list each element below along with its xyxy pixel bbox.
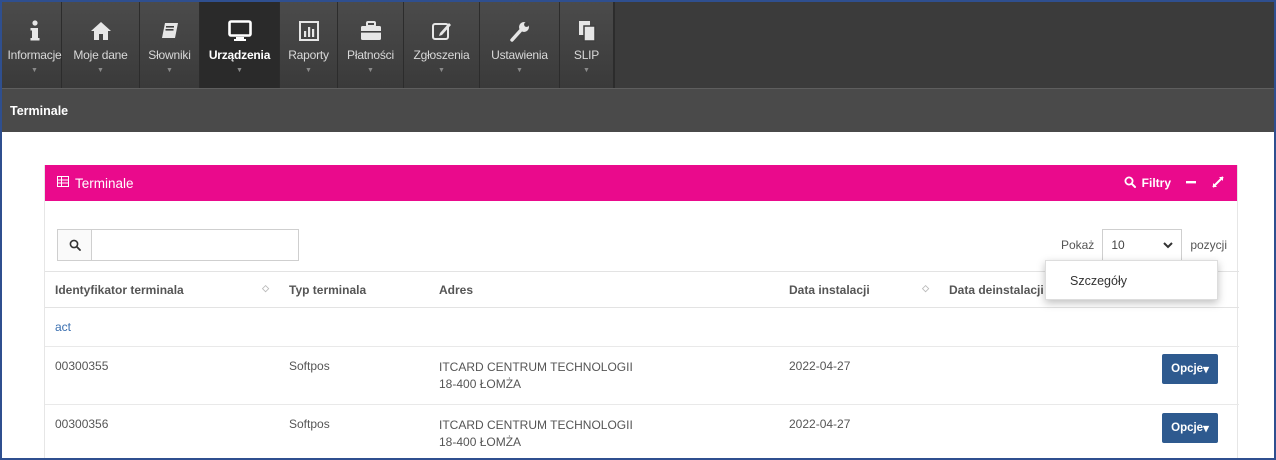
cell-address: ITCARD CENTRUM TECHNOLOGII 18-400 ŁOMŻA: [429, 404, 779, 458]
menu-item-details[interactable]: Szczegóły: [1070, 274, 1127, 288]
cell-address: ITCARD CENTRUM TECHNOLOGII 18-400 ŁOMŻA: [429, 346, 779, 405]
nav-filler: [614, 2, 1274, 88]
filters-button[interactable]: Filtry: [1124, 176, 1171, 191]
chevron-down-icon: ▼: [31, 67, 38, 74]
options-label: Opcje: [1171, 422, 1204, 434]
app-frame: Informacje ▼ Moje dane ▼ Słowniki ▼ Urzą…: [0, 0, 1276, 460]
wrench-icon: [509, 20, 530, 42]
search-icon: [58, 230, 92, 260]
address-line: ITCARD CENTRUM TECHNOLOGII: [439, 360, 633, 374]
address-line: 18-400 ŁOMŻA: [439, 435, 522, 449]
nav-item-slip[interactable]: SLIP ▼: [560, 2, 614, 88]
chevron-down-icon: ▼: [166, 67, 173, 74]
nav-item-moje-dane[interactable]: Moje dane ▼: [62, 2, 140, 88]
cell-id: 00300356: [45, 404, 279, 458]
nav-label: Urządzenia: [208, 48, 271, 62]
page-size-value: 10: [1111, 238, 1125, 252]
search-box: [57, 229, 299, 261]
cell-type: Softpos: [279, 346, 429, 405]
options-button[interactable]: Opcje ▾: [1162, 354, 1218, 384]
page-size-select[interactable]: 10: [1102, 229, 1183, 261]
sort-icon: ◇: [262, 283, 269, 293]
collapse-icon[interactable]: [1185, 176, 1197, 191]
cell-install-date: 2022-04-27: [779, 404, 939, 458]
terminals-panel: Terminale Filtry Pokaż 10 pozycji Identy…: [44, 165, 1239, 458]
breadcrumb: Terminale: [2, 88, 1274, 132]
nav-label: Płatności: [347, 48, 394, 62]
nav-label: Raporty: [288, 48, 329, 62]
filters-label: Filtry: [1141, 176, 1171, 190]
chevron-down-icon: ▼: [516, 67, 523, 74]
table-row[interactable]: 00300355 Softpos ITCARD CENTRUM TECHNOLO…: [45, 346, 1239, 405]
column-label: Identyfikator terminala: [55, 282, 184, 297]
nav-item-informacje[interactable]: Informacje ▼: [7, 2, 62, 88]
group-link[interactable]: act: [55, 320, 71, 334]
column-header-install-date[interactable]: Data instalacji ◇: [779, 271, 939, 308]
column-header-id[interactable]: Identyfikator terminala ◇: [45, 271, 279, 308]
breadcrumb-current: Terminale: [10, 104, 69, 118]
column-header-type[interactable]: Typ terminala: [279, 271, 429, 308]
column-header-address[interactable]: Adres: [429, 271, 779, 308]
documents-icon: [578, 20, 596, 42]
chevron-down-icon: ▼: [97, 67, 104, 74]
column-label: Adres: [439, 282, 474, 297]
table-icon: [57, 176, 69, 190]
home-icon: [90, 20, 112, 42]
nav-label: Słowniki: [148, 48, 191, 62]
nav-label: Ustawienia: [491, 48, 548, 62]
nav-label: SLIP: [573, 48, 600, 62]
panel-header: Terminale Filtry: [45, 165, 1237, 201]
chevron-down-icon: ▼: [367, 67, 374, 74]
nav-item-ustawienia[interactable]: Ustawienia ▼: [480, 2, 560, 88]
nav-label: Informacje: [7, 48, 62, 62]
info-icon: [28, 20, 42, 42]
cell-install-date: 2022-04-27: [779, 346, 939, 405]
column-label: Data deinstalacji: [949, 282, 1044, 297]
monitor-icon: [227, 20, 252, 42]
entries-label: pozycji: [1190, 238, 1227, 252]
nav-label: Moje dane: [73, 48, 128, 62]
options-button[interactable]: Opcje ▾: [1162, 413, 1218, 443]
nav-item-urzadzenia[interactable]: Urządzenia ▼: [200, 2, 280, 88]
chevron-down-icon: [1163, 238, 1174, 252]
nav-item-slowniki[interactable]: Słowniki ▼: [140, 2, 200, 88]
page-size-control: Pokaż 10 pozycji: [1061, 229, 1227, 261]
nav-item-zgloszenia[interactable]: Zgłoszenia ▼: [404, 2, 480, 88]
address-line: ITCARD CENTRUM TECHNOLOGII: [439, 418, 633, 432]
chevron-down-icon: ▼: [583, 67, 590, 74]
cell-type: Softpos: [279, 404, 429, 458]
chevron-down-icon: ▼: [438, 67, 445, 74]
sort-icon: ◇: [922, 283, 929, 293]
chevron-down-icon: ▼: [305, 67, 312, 74]
edit-icon: [431, 20, 452, 42]
column-label: Typ terminala: [289, 282, 367, 297]
caret-down-icon: ▾: [1203, 423, 1209, 435]
options-label: Opcje: [1171, 363, 1204, 375]
cell-id: 00300355: [45, 346, 279, 405]
book-icon: [160, 20, 180, 42]
search-input[interactable]: [92, 230, 298, 260]
search-icon: [1124, 176, 1136, 191]
nav-item-raporty[interactable]: Raporty ▼: [280, 2, 338, 88]
nav-label: Zgłoszenia: [413, 48, 470, 62]
bar-chart-icon: [298, 20, 319, 42]
caret-down-icon: ▾: [1203, 364, 1209, 376]
nav-item-platnosci[interactable]: Płatności ▼: [338, 2, 404, 88]
panel-title: Terminale: [75, 175, 134, 191]
column-label: Data instalacji: [789, 282, 870, 297]
chevron-down-icon: ▼: [236, 67, 243, 74]
address-line: 18-400 ŁOMŻA: [439, 377, 522, 391]
options-dropdown-menu: Szczegóły: [1045, 260, 1218, 300]
top-navigation: Informacje ▼ Moje dane ▼ Słowniki ▼ Urzą…: [2, 2, 1274, 88]
expand-icon[interactable]: [1211, 175, 1225, 192]
table-row[interactable]: 00300356 Softpos ITCARD CENTRUM TECHNOLO…: [45, 404, 1239, 458]
briefcase-icon: [360, 20, 382, 42]
group-row: act: [45, 307, 1239, 347]
show-label: Pokaż: [1060, 238, 1095, 252]
